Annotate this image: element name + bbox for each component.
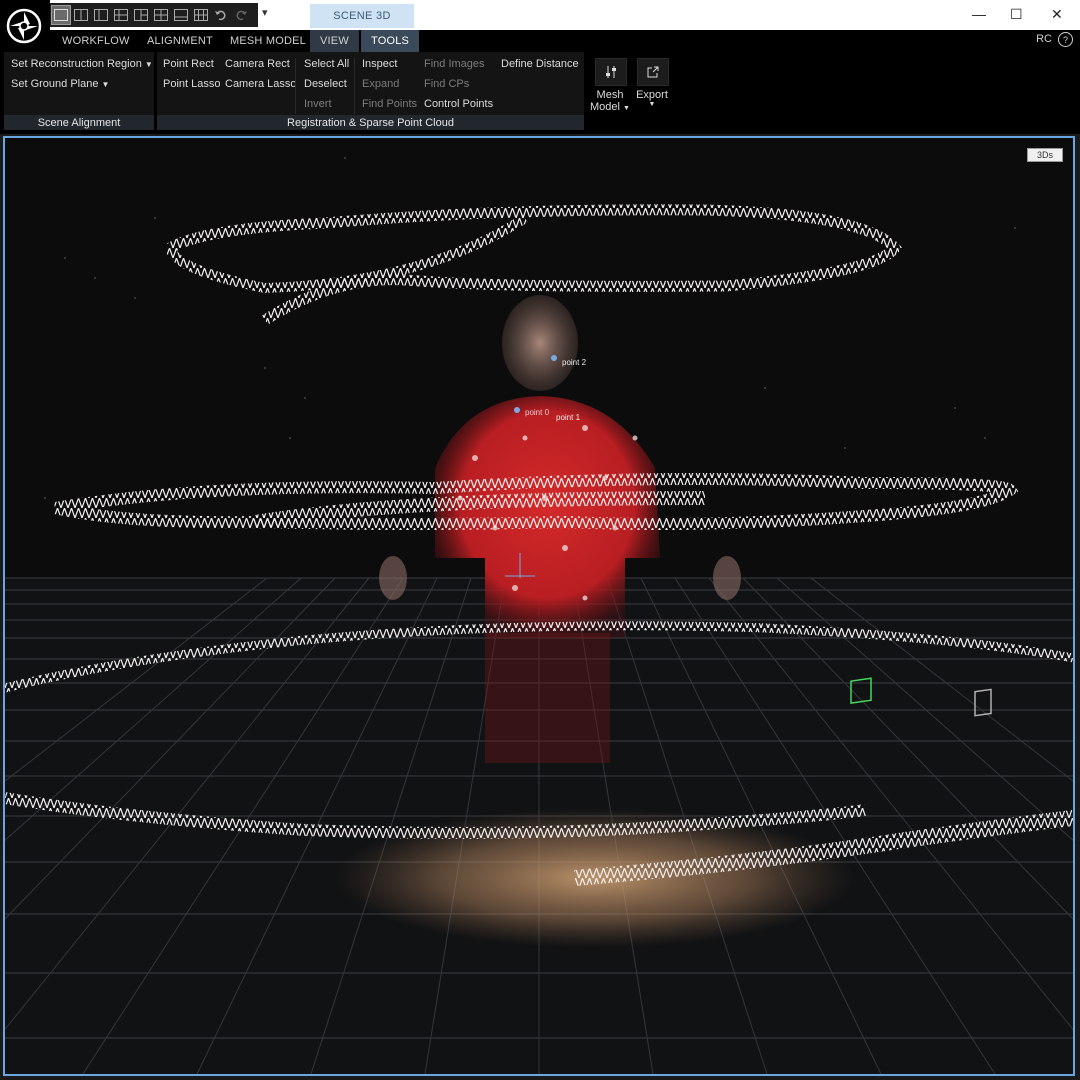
tab-workflow[interactable]: WORKFLOW <box>62 30 130 52</box>
chevron-down-icon: ▼ <box>101 80 110 89</box>
redo-icon[interactable] <box>232 6 250 24</box>
expand-button[interactable]: Expand <box>362 78 399 90</box>
sliders-icon <box>606 66 616 78</box>
control-point-marker <box>514 407 520 413</box>
layout-two-columns-icon[interactable] <box>72 6 90 24</box>
find-points-button[interactable]: Find Points <box>362 98 417 110</box>
export-button[interactable] <box>637 58 669 86</box>
layout-bottom-icon[interactable] <box>172 6 190 24</box>
point-cloud-scene <box>5 138 1073 1074</box>
find-images-button[interactable]: Find Images <box>424 58 485 70</box>
ribbon-tab-bar: WORKFLOW ALIGNMENT MESH MODEL VIEW TOOLS <box>0 30 1080 52</box>
group-registration: Point Rect Point Lasso Camera Rect Camer… <box>157 52 584 130</box>
export-label: Export ▼ <box>630 89 674 108</box>
define-distance-button[interactable]: Define Distance <box>501 58 579 70</box>
layout-single-icon[interactable] <box>51 5 71 25</box>
app-logo-icon[interactable] <box>4 4 44 48</box>
user-badge: RC <box>1036 33 1052 45</box>
control-points-button[interactable]: Control Points <box>424 98 493 110</box>
mesh-model-button[interactable] <box>595 58 627 86</box>
customize-toolbar-dropdown-icon[interactable]: ▾ <box>262 6 268 19</box>
point-rect-button[interactable]: Point Rect <box>163 58 214 70</box>
chevron-down-icon: ▼ <box>623 105 630 112</box>
invert-button[interactable]: Invert <box>304 98 332 110</box>
chevron-down-icon: ▼ <box>144 60 153 69</box>
deselect-button[interactable]: Deselect <box>304 78 347 90</box>
tab-tools[interactable]: TOOLS <box>361 30 420 52</box>
layout-three-icon[interactable] <box>132 6 150 24</box>
select-all-button[interactable]: Select All <box>304 58 349 70</box>
find-cps-button[interactable]: Find CPs <box>424 78 469 90</box>
camera-lasso-button[interactable]: Camera Lasso <box>225 78 297 90</box>
control-point-label[interactable]: point 0 <box>525 408 549 417</box>
separator <box>354 58 355 114</box>
ribbon: Set Reconstruction Region ▼ Set Ground P… <box>0 52 1080 134</box>
tab-alignment[interactable]: ALIGNMENT <box>147 30 213 52</box>
maximize-icon[interactable]: ☐ <box>1010 6 1023 23</box>
tab-mesh-model[interactable]: MESH MODEL <box>230 30 306 52</box>
layout-quad-icon[interactable] <box>152 6 170 24</box>
quick-access-toolbar <box>50 3 258 27</box>
layout-split-icon[interactable] <box>92 6 110 24</box>
layout-rows-icon[interactable] <box>112 6 130 24</box>
chevron-down-icon: ▼ <box>648 101 656 108</box>
point-lasso-button[interactable]: Point Lasso <box>163 78 220 90</box>
view-mode-badge[interactable]: 3Ds <box>1027 148 1063 162</box>
group-title-scene-alignment: Scene Alignment <box>4 115 154 130</box>
minimize-icon[interactable]: — <box>972 6 986 22</box>
separator <box>295 58 296 114</box>
tab-view[interactable]: VIEW <box>310 30 359 52</box>
control-point-marker <box>551 355 557 361</box>
inspect-button[interactable]: Inspect <box>362 58 397 70</box>
control-point-label[interactable]: point 2 <box>562 358 586 367</box>
tab-scene-3d[interactable]: SCENE 3D <box>310 4 414 28</box>
set-ground-plane-button[interactable]: Set Ground Plane ▼ <box>11 78 109 90</box>
set-reconstruction-region-button[interactable]: Set Reconstruction Region ▼ <box>11 58 153 70</box>
export-icon <box>647 66 659 78</box>
scene-3d-viewport[interactable]: point 2 point 0 point 1 3Ds <box>3 136 1075 1076</box>
mesh-model-label: Mesh Model ▼ <box>590 89 630 113</box>
group-title-registration: Registration & Sparse Point Cloud <box>157 115 584 130</box>
camera-rect-button[interactable]: Camera Rect <box>225 58 290 70</box>
control-point-label[interactable]: point 1 <box>556 413 580 422</box>
layout-grid-icon[interactable] <box>192 6 210 24</box>
undo-icon[interactable] <box>212 6 230 24</box>
help-icon[interactable]: ? <box>1058 32 1073 47</box>
group-scene-alignment: Set Reconstruction Region ▼ Set Ground P… <box>4 52 154 130</box>
close-icon[interactable]: ✕ <box>1051 6 1063 23</box>
